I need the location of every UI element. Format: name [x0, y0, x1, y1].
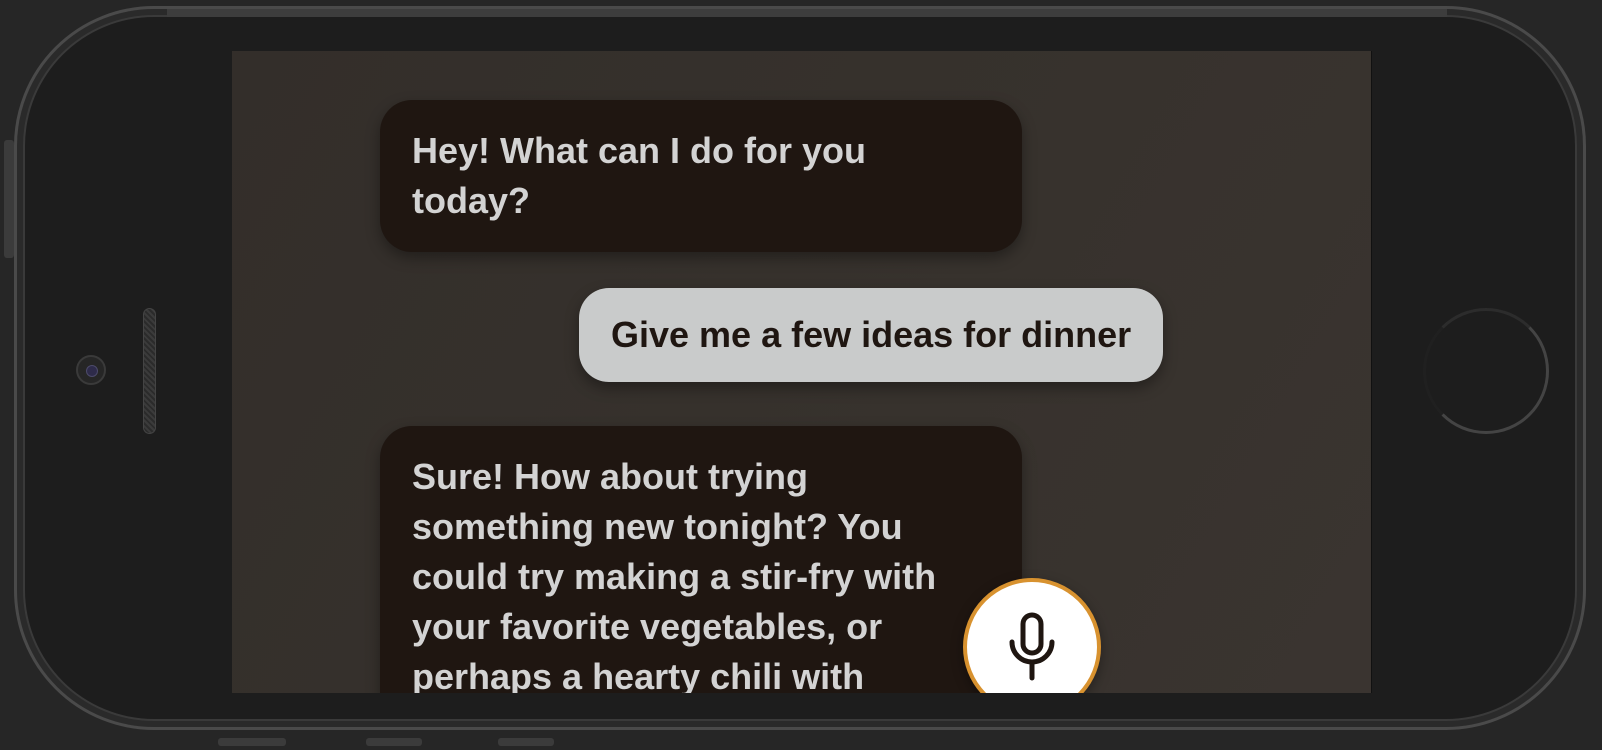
assistant-message: Hey! What can I do for you today? — [380, 100, 1022, 252]
microphone-icon — [1009, 612, 1055, 681]
front-camera — [76, 355, 106, 385]
hardware-button — [498, 738, 554, 746]
home-button[interactable] — [1423, 308, 1549, 434]
side-volume-button — [4, 140, 14, 258]
chat-screen: Hey! What can I do for you today? Give m… — [232, 51, 1372, 693]
phone-top-band — [167, 9, 1447, 17]
message-text: Sure! How about trying something new ton… — [412, 456, 937, 693]
message-text: Hey! What can I do for you today? — [412, 130, 867, 221]
hardware-button — [366, 738, 422, 746]
message-text: Give me a few ideas for dinner — [611, 314, 1132, 355]
earpiece-speaker — [143, 308, 156, 434]
assistant-message: Sure! How about trying something new ton… — [380, 426, 1022, 693]
hardware-button — [218, 738, 286, 746]
user-message: Give me a few ideas for dinner — [579, 288, 1164, 382]
